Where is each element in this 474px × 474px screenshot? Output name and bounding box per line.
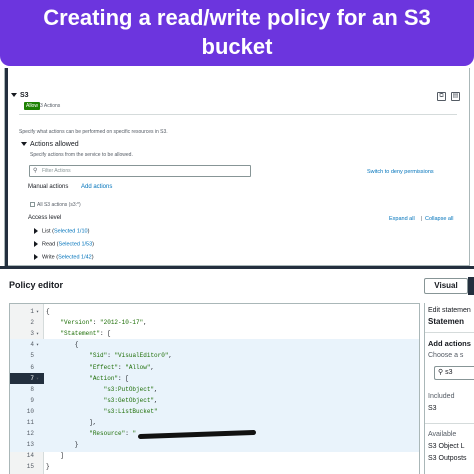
- add-actions-heading: Add actions: [428, 339, 471, 348]
- policy-editor-title: Policy editor: [9, 280, 64, 290]
- link-separator: |: [421, 216, 423, 222]
- delete-icon[interactable]: ▤: [451, 92, 460, 101]
- level-name: Read: [42, 241, 56, 248]
- line-number: 15: [26, 463, 34, 471]
- statement-name: Statemen: [428, 317, 465, 326]
- service-header[interactable]: S3: [11, 92, 29, 99]
- service-description: Specify what actions can be performed on…: [19, 129, 168, 135]
- service-search-value: s3: [445, 369, 453, 376]
- level-selected: Selected 1/42: [58, 254, 92, 261]
- choose-service-label: Choose a s: [428, 352, 464, 359]
- all-actions-checkbox[interactable]: [30, 202, 35, 207]
- json-tab[interactable]: [468, 277, 474, 295]
- caret-down-icon[interactable]: [21, 142, 27, 147]
- redacted-resource: [138, 430, 256, 440]
- filter-actions-input[interactable]: ⚲ Filter Actions: [29, 165, 251, 177]
- actions-count: 3 Actions: [40, 103, 61, 109]
- manual-actions-label: Manual actions: [28, 184, 69, 190]
- allow-badge: Allow: [24, 102, 40, 110]
- divider: [425, 423, 474, 424]
- level-selected: Selected 1/53: [58, 241, 93, 248]
- clone-icon[interactable]: ⧉: [437, 92, 446, 101]
- access-level-list[interactable]: List (Selected 1/10): [34, 228, 89, 234]
- actions-allowed-title: Actions allowed: [30, 141, 79, 148]
- edit-statement-title: Edit statemen: [428, 307, 471, 314]
- all-actions-label: All S3 actions (s3:*): [37, 202, 81, 208]
- json-code-editor[interactable]: 1 ▾{2 "Version": "2012-10-17", 3 ▾ "Stateme…: [9, 303, 420, 474]
- included-label: Included: [428, 393, 455, 400]
- code-line[interactable]: 15}: [10, 461, 419, 474]
- panel-edge: [5, 68, 8, 266]
- level-selected: Selected 1/10: [53, 228, 88, 235]
- collapse-all-link[interactable]: Collapse all: [425, 216, 453, 222]
- title-banner: Creating a read/write policy for an S3 b…: [0, 0, 474, 66]
- caret-right-icon[interactable]: [34, 241, 38, 247]
- search-icon: ⚲: [33, 168, 38, 174]
- banner-line-2: bucket: [201, 34, 273, 59]
- statement-panel: Edit statemen Statemen Add actions Choos…: [424, 303, 474, 474]
- available-service-1[interactable]: S3 Object L: [428, 443, 465, 450]
- service-name: S3: [20, 92, 29, 99]
- section-divider: [0, 266, 474, 269]
- level-name: Write: [42, 254, 55, 261]
- add-actions-link[interactable]: Add actions: [81, 184, 112, 190]
- visual-editor-panel: S3 Allow 3 Actions ⧉ ▤ Specify what acti…: [4, 68, 470, 266]
- service-search-input[interactable]: ⚲ s3: [434, 366, 474, 380]
- visual-tab[interactable]: Visual: [424, 278, 468, 294]
- caret-right-icon[interactable]: [34, 254, 38, 260]
- included-service[interactable]: S3: [428, 405, 437, 412]
- banner-line-1: Creating a read/write policy for an S3: [43, 5, 431, 30]
- level-name: List: [42, 228, 51, 235]
- expand-all-link[interactable]: Expand all: [389, 216, 415, 222]
- caret-right-icon[interactable]: [34, 228, 38, 234]
- switch-deny-link[interactable]: Switch to deny permissions: [367, 169, 434, 175]
- divider: [425, 332, 474, 333]
- access-level-write[interactable]: Write (Selected 1/42): [34, 254, 94, 260]
- code-text: }: [46, 463, 50, 471]
- divider: [19, 114, 457, 115]
- available-label: Available: [428, 431, 457, 438]
- available-service-2[interactable]: S3 Outposts: [428, 455, 467, 462]
- actions-allowed-desc: Specify actions from the service to be a…: [30, 152, 133, 158]
- caret-down-icon[interactable]: [11, 93, 17, 98]
- access-level-read[interactable]: Read (Selected 1/53): [34, 241, 94, 247]
- actions-allowed-toggle[interactable]: Actions allowed: [21, 141, 79, 148]
- access-level-label: Access level: [28, 215, 62, 221]
- filter-placeholder: Filter Actions: [42, 168, 71, 174]
